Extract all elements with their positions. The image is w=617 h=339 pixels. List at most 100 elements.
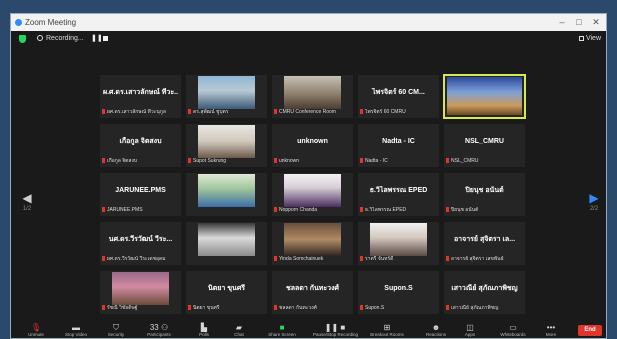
participant-tile[interactable] [185, 172, 268, 217]
chat-button[interactable]: ▰ Chat [222, 323, 256, 338]
stop-recording-icon[interactable] [103, 36, 108, 41]
participant-tile[interactable]: NSL_CMRU NSL_CMRU [443, 123, 526, 168]
muted-icon [446, 305, 449, 311]
participant-video [198, 76, 255, 109]
maximize-button[interactable]: □ [571, 16, 587, 28]
participant-tile[interactable]: JARUNEE.PMS JARUNEE.PMS [99, 172, 182, 217]
close-button[interactable]: ✕ [588, 16, 604, 28]
pause-recording-label: Pause/Stop Recording [313, 332, 359, 337]
participant-name: Nadta - IC [382, 138, 415, 145]
participant-tile[interactable]: เสาวณีย์ สุภัณภาพิชญ เสาวณีย์ สุภัณภาพิชญ [443, 270, 526, 315]
participant-name: ปิยนุช อนันต์ [465, 187, 504, 194]
shield-icon[interactable] [19, 35, 26, 43]
pause-recording-icon[interactable]: ❚❚ [91, 34, 103, 44]
participant-caption: เกื้อกูล จิตสงบ [102, 158, 179, 165]
breakout-label: Breakout Rooms [370, 332, 404, 337]
participant-caption: Supon.S [360, 305, 437, 312]
participant-caption-text: ชลลดา กันทะวงศ์ [279, 305, 317, 311]
polls-button[interactable]: ▙ Polls [187, 323, 221, 338]
chevron-right-icon: ▶ [589, 191, 599, 205]
unmute-label: Unmute [28, 332, 44, 337]
participant-tile[interactable]: ดร.สุพัฒน์ ชูบุตร [185, 74, 268, 119]
participant-tile[interactable]: ธ.วิไลพรรณ EPED ธ.วิไลพรรณ EPED [357, 172, 440, 217]
participant-name: ธ.วิไลพรรณ EPED [369, 187, 428, 194]
grid-icon [578, 35, 584, 41]
whiteboards-button[interactable]: ▭ Whiteboards [493, 323, 533, 338]
participant-caption: รัชณี วิชัยดิษฐ์ [102, 305, 179, 312]
participant-tile[interactable]: ราตรี จันทร์ดี [357, 221, 440, 266]
participant-name: ไพรจิตร์ 60 CM... [372, 89, 425, 96]
chat-label: Chat [234, 332, 244, 337]
stop-video-button[interactable]: ▬ Stop Video [59, 323, 93, 338]
chat-bubble-icon: ▰ [235, 323, 243, 332]
participant-tile[interactable]: Nopporn Chanda [271, 172, 354, 217]
participant-video [284, 174, 341, 207]
gallery-view: ◀ 1/2 ▶ 2/2 ผ.ศ.ดร.เสาวลักษณ์ ทีวะ... ผศ.… [11, 47, 606, 321]
window-title: Zoom Meeting [25, 18, 77, 27]
participant-tile[interactable]: เกื้อกูล จิตสงบ เกื้อกูล จิตสงบ [99, 123, 182, 168]
next-page-button[interactable]: ▶ 2/2 [584, 191, 604, 213]
pause-stop-recording-button[interactable]: ❚❚ ■ Pause/Stop Recording [313, 323, 359, 338]
participant-tile[interactable]: ไพรจิตร์ 60 CM... ไพรจิตร์ 60 CMRU [357, 74, 440, 119]
recording-icon [37, 35, 43, 41]
participant-tile[interactable]: นิตยา ขุนศรี นิตยา ขุนศรี [185, 270, 268, 315]
participant-name: นศ.ดร.วีรวัฒน์ วีระ... [108, 236, 173, 243]
participant-caption-text: unknown [279, 158, 300, 164]
share-screen-label: Share Screen [268, 332, 296, 337]
participant-caption-text: JARUNEE.PMS [107, 207, 143, 213]
participant-tile[interactable]: ผ.ศ.ดร.เสาวลักษณ์ ทีวะ... ผศ.ดร.เสาวลักษณ… [99, 74, 182, 119]
participant-video [198, 174, 255, 207]
end-meeting-button[interactable]: End [578, 325, 602, 336]
security-button[interactable]: ⛉ Security [99, 323, 133, 338]
more-button[interactable]: ••• More [534, 323, 568, 338]
participant-tile[interactable]: รัชณี วิชัยดิษฐ์ [99, 270, 182, 315]
whiteboard-icon: ▭ [509, 323, 517, 332]
previous-page-button[interactable]: ◀ 1/2 [17, 191, 37, 213]
participant-tile[interactable]: unknown unknown [271, 123, 354, 168]
participant-tile[interactable]: นศ.ดร.วีรวัฒน์ วีระ... ผศ.ดร.วีรวัฒน์ วีร… [99, 221, 182, 266]
participant-caption: ธ.วิไลพรรณ EPED [360, 207, 437, 214]
participant-video [198, 125, 255, 158]
participant-caption-text: Supot Sukrung [193, 158, 227, 164]
title-bar: Zoom Meeting – □ ✕ [11, 14, 606, 31]
participant-caption: ชลลดา กันทะวงศ์ [274, 305, 351, 312]
stop-video-label: Stop Video [65, 332, 87, 337]
muted-icon [102, 109, 105, 115]
participants-icon: 33 ⚇ [149, 323, 169, 332]
muted-icon [360, 256, 363, 262]
view-button[interactable]: View [578, 34, 601, 44]
participant-video [370, 223, 427, 256]
unmute-button[interactable]: 🎙 Unmute [19, 323, 53, 338]
reactions-button[interactable]: ☻ Reactions [419, 323, 453, 338]
participant-tile[interactable] [185, 221, 268, 266]
participant-tile[interactable]: Supon.S Supon.S [357, 270, 440, 315]
participant-tile[interactable] [443, 74, 526, 119]
breakout-rooms-button[interactable]: ⊞ Breakout Rooms [367, 323, 407, 338]
participant-tile[interactable]: Nadta - IC Nadta - IC [357, 123, 440, 168]
participant-caption-text: ผศ.ดร.วีรวัฒน์ วีระเดชอุดม [107, 256, 166, 262]
participants-count: 33 [149, 323, 159, 332]
participant-name: JARUNEE.PMS [115, 187, 166, 194]
participant-tile[interactable]: อาจารย์ สุจิตรา เล... อาจารย์ สุจิตรา เลข… [443, 221, 526, 266]
participant-caption-text: ผศ.ดร.เสาวลักษณ์ ทีวะนุกูล [107, 109, 166, 115]
participant-caption-text: ราตรี จันทร์ดี [365, 256, 394, 262]
participant-video [447, 77, 522, 115]
participant-tile[interactable]: Yinda Somchainuek [271, 221, 354, 266]
share-screen-button[interactable]: ■ Share Screen [265, 323, 299, 338]
participant-caption: ผศ.ดร.วีรวัฒน์ วีระเดชอุดม [102, 256, 179, 263]
participant-caption-text: Nopporn Chanda [279, 207, 318, 213]
participant-tile[interactable]: ชลลดา กันทะวงศ์ ชลลดา กันทะวงศ์ [271, 270, 354, 315]
participant-caption: ผศ.ดร.เสาวลักษณ์ ทีวะนุกูล [102, 109, 179, 116]
apps-button[interactable]: ◫ Apps [453, 323, 487, 338]
participant-tile[interactable]: Supot Sukrung [185, 123, 268, 168]
participant-caption-text: Supon.S [365, 305, 385, 311]
participant-caption: Nadta - IC [360, 158, 437, 165]
participants-button[interactable]: 33 ⚇ Participants [142, 323, 176, 338]
participant-tile[interactable]: CMRU Conference Room [271, 74, 354, 119]
participant-video [284, 223, 341, 256]
minimize-button[interactable]: – [554, 16, 570, 28]
participant-caption-text: NSL_CMRU [451, 158, 479, 164]
participant-caption: นิตยา ขุนศรี [188, 305, 265, 312]
participant-caption-text: รัชณี วิชัยดิษฐ์ [107, 305, 138, 311]
participant-tile[interactable]: ปิยนุช อนันต์ ปิยนุช อนันต์ [443, 172, 526, 217]
